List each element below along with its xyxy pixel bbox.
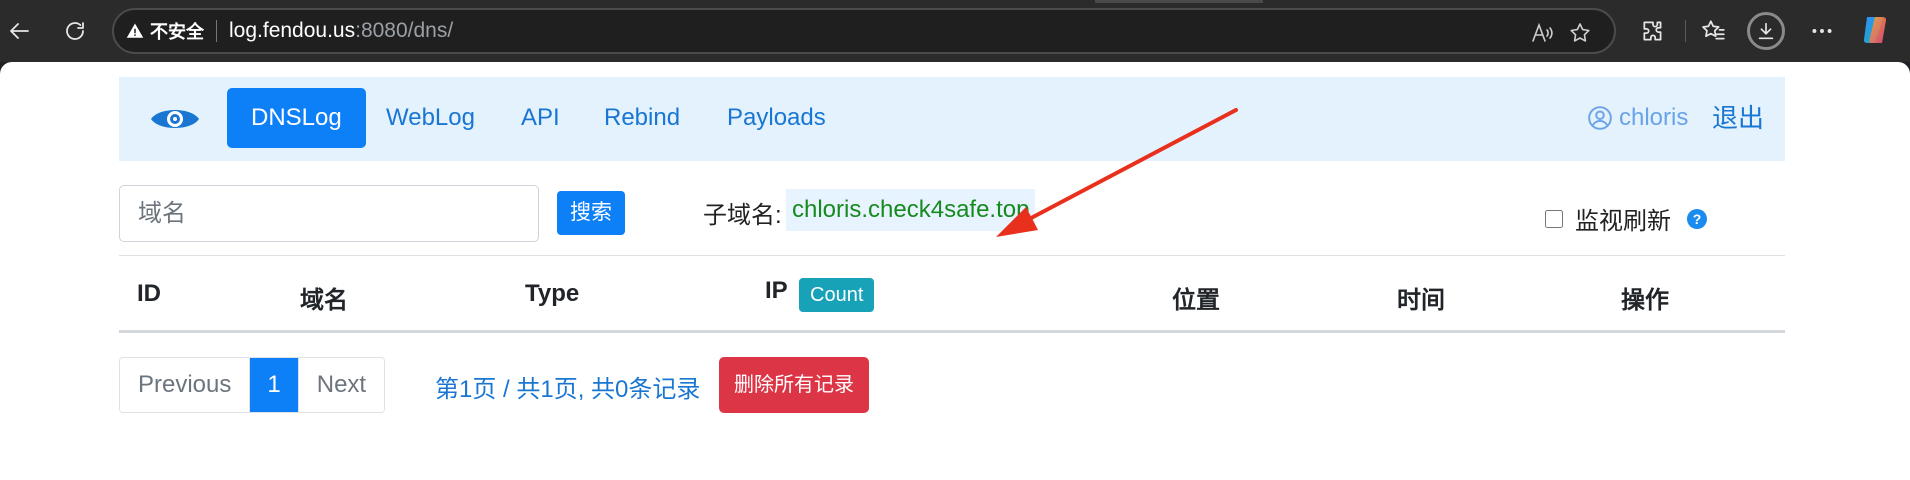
top-navbar: DNSLog WebLog API Rebind Payloads chlori… — [119, 77, 1785, 161]
user-menu[interactable]: chloris — [1587, 88, 1688, 148]
address-bar[interactable]: 不安全 log.fendou.us:8080/dns/ — [112, 8, 1616, 54]
warning-icon — [126, 23, 144, 38]
pagination: Previous 1 Next — [119, 357, 386, 413]
search-button[interactable]: 搜索 — [557, 191, 625, 235]
column-header-location: 位置 — [1172, 287, 1220, 314]
toolbar-divider — [1685, 20, 1686, 42]
subdomain-label: 子域名: — [703, 202, 782, 229]
eye-icon[interactable] — [149, 105, 201, 133]
table-top-border — [119, 255, 1785, 256]
monitor-refresh-toggle[interactable]: 监视刷新 ? — [1545, 201, 1707, 236]
page-current-button[interactable]: 1 — [250, 358, 298, 412]
browser-toolbar: 不安全 log.fendou.us:8080/dns/ — [0, 0, 1910, 62]
annotation-arrow — [996, 108, 1238, 237]
nav-weblog[interactable]: WebLog — [386, 88, 475, 148]
security-indicator[interactable]: 不安全 — [126, 18, 204, 44]
read-aloud-icon[interactable] — [1528, 19, 1556, 47]
security-label: 不安全 — [150, 22, 204, 42]
username: chloris — [1619, 104, 1689, 131]
logout-link[interactable]: 退出 — [1712, 88, 1764, 148]
page-info: 第1页 / 共1页, 共0条记录 — [435, 376, 701, 403]
column-header-type: Type — [525, 280, 580, 307]
refresh-icon[interactable] — [55, 11, 95, 51]
back-icon[interactable] — [0, 11, 40, 51]
domain-search-input[interactable] — [119, 185, 539, 242]
favorites-icon[interactable] — [1696, 14, 1730, 48]
page-next-button[interactable]: Next — [297, 358, 385, 412]
nav-rebind[interactable]: Rebind — [604, 88, 680, 148]
more-icon[interactable] — [1805, 14, 1839, 48]
help-icon[interactable]: ? — [1687, 208, 1707, 229]
nav-dnslog[interactable]: DNSLog — [227, 88, 366, 148]
column-header-actions: 操作 — [1621, 287, 1669, 314]
downloads-icon[interactable] — [1747, 12, 1785, 50]
count-badge[interactable]: Count — [799, 278, 875, 312]
url-host: log.fendou.us — [229, 19, 356, 42]
monitor-refresh-checkbox[interactable] — [1545, 209, 1563, 228]
monitor-refresh-label: 监视刷新 — [1575, 208, 1671, 235]
extensions-icon[interactable] — [1636, 14, 1670, 48]
page-viewport: DNSLog WebLog API Rebind Payloads chlori… — [0, 62, 1910, 480]
delete-all-button[interactable]: 删除所有记录 — [719, 357, 869, 413]
copilot-icon[interactable] — [1860, 13, 1894, 47]
column-header-ip: IP — [765, 277, 788, 304]
column-header-domain: 域名 — [300, 287, 348, 314]
table-header-border — [119, 330, 1785, 333]
column-header-id: ID — [137, 280, 161, 307]
favorite-star-icon[interactable] — [1566, 19, 1594, 47]
address-divider — [216, 20, 217, 42]
user-icon — [1588, 106, 1612, 130]
nav-api[interactable]: API — [521, 88, 560, 148]
tab-strip-indicator — [1095, 0, 1263, 3]
url-path: :8080/dns/ — [355, 19, 454, 42]
column-header-time: 时间 — [1397, 287, 1445, 314]
nav-payloads[interactable]: Payloads — [727, 88, 826, 148]
page-previous-button[interactable]: Previous — [120, 358, 251, 412]
